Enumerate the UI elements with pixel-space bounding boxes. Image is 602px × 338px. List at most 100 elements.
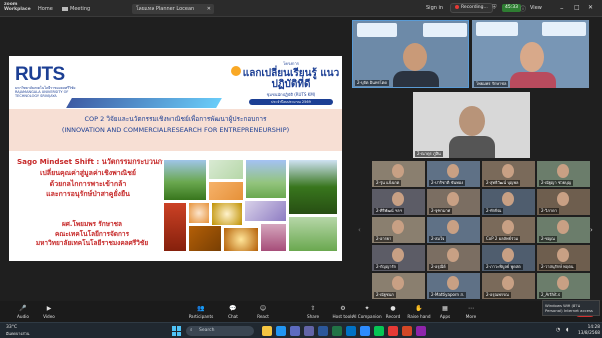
sago-pearl-photo [211,202,243,226]
participant-name: 2-ศิริพัฒน์ ฯลฯ [374,208,404,214]
windows-start-icon[interactable] [172,326,182,336]
meeting-timer-badge[interactable]: 45:33 [502,4,521,12]
participant-name: 2-ปาริชาติ ขันทอง [429,180,466,186]
banner-title: แลกเปลี่ยนเรียนรู้ แนวปฏิบัติที่ดี [242,68,340,90]
dessert-photo [223,227,259,252]
gallery-participant-tile[interactable]: CoP 2 ผลลัพธ์ร่วม [482,217,535,243]
participant-face [557,276,569,290]
participant-name: 2-ชญณ [539,236,557,242]
chrome-icon[interactable] [388,326,398,336]
gallery-prev-arrow-icon[interactable]: ‹ [358,226,361,234]
maximize-icon[interactable]: □ [574,4,580,12]
speaker-tile-1[interactable]: 2-บุจัต อินทรโตด [352,20,469,88]
participants-icon: 👥 [197,305,205,312]
control-share-screen-button[interactable]: ⇧ Share [298,304,328,319]
participant-name: 2-วาสนุรักษ์ พฤตน [539,264,576,270]
gallery-participant-tile[interactable]: 2-อรุณพรรณ [482,273,535,299]
gallery-participant-tile[interactable]: 2-ปาริชาติ ขันทอง [427,161,480,187]
gallery-participant-tile[interactable]: 2-ทักษิณ [482,189,535,215]
gallery-participant-tile[interactable]: 2-รุ่น แจ้งเกต [372,161,425,187]
microphone-icon: 🎤 [19,305,27,312]
gallery-participant-tile[interactable]: 2-จุฑามาศ [427,189,480,215]
control-video-camera-button[interactable]: ▶ Video [34,304,64,319]
store-icon[interactable] [290,326,300,336]
participant-face [520,42,544,72]
participant-name: 2-สมใจ [429,236,447,242]
system-clock[interactable]: 14:28 13/8/2568 [578,325,600,337]
zoom-icon[interactable] [360,326,370,336]
participant-face [502,192,514,206]
participant-name: 2-สุทธิวัฒน์ บุญพล [484,180,521,186]
food-plate-photo [188,202,210,224]
gallery-participant-tile[interactable]: 2-ณัฐญา ช่วยบุญ [537,161,590,187]
gallery-participant-tile[interactable]: 2-Mattiyaporn ส. [427,273,480,299]
backdrop-banner-2 [423,23,467,37]
network-icon[interactable]: ◔ [556,327,560,333]
tab-meeting[interactable]: Meeting [58,4,94,14]
excel-icon[interactable] [332,326,342,336]
word-icon[interactable] [318,326,328,336]
gallery-participant-tile[interactable]: 2-วาสนุรักษ์ พฤตน [537,245,590,271]
lightbulb-icon [231,66,241,76]
shield-icon[interactable]: ⛨ [492,4,500,12]
cop-title-english: (INNOVATION AND COMMERCIALRESEARCH FOR E… [61,126,290,134]
packaged-goods-photo [244,200,287,222]
teams-icon[interactable] [304,326,314,336]
view-button[interactable]: View [530,4,542,12]
participant-name: 2-อรุณพรรณ [484,292,511,298]
control-participants-button[interactable]: 👥 Participants [186,304,216,319]
gallery-next-arrow-icon[interactable]: › [590,226,593,234]
gallery-participant-tile[interactable]: 2-อรุณีย์ [427,245,480,271]
sago-trunk-photo [188,225,222,252]
participant-face [459,106,485,136]
outlook-icon[interactable] [346,326,356,336]
ruts-logo: RUTS [15,64,65,85]
participant-name: 2-วิภาดา [539,208,559,214]
close-icon[interactable]: ✕ [207,4,211,14]
sago-snack-photo [208,181,244,201]
gallery-participant-tile[interactable]: 2-ภาวะพิบูลย์ พูดสต [482,245,535,271]
participant-face [392,276,404,290]
wifi-notification[interactable]: Windows Wifi (ผ่าน Personal) Internet ac… [542,300,600,316]
participant-name: CoP 2 ผลลัพธ์ร่วม [484,236,521,242]
speaker-tile-2[interactable]: โพยมพร รักษาชล [472,20,589,88]
participant-face [557,164,569,178]
participant-name: โพยมพร รักษาชล [474,81,509,87]
gallery-participant-tile[interactable]: 2-ณัฐชนก [372,273,425,299]
powerpoint-icon[interactable] [402,326,412,336]
control-more-button[interactable]: ⋯ More [456,304,486,319]
gallery-participant-tile[interactable]: 2_Arthit.s [537,273,590,299]
gallery-participant-tile[interactable]: 2-ศิริพัฒน์ ฯลฯ [372,189,425,215]
gallery-participant-tile[interactable]: 2-อารยา [372,217,425,243]
edge-browser-icon[interactable] [276,326,286,336]
control-react-button[interactable]: ☺ React [248,304,278,319]
window-close-icon[interactable]: ✕ [588,4,593,12]
info-icon[interactable]: ⓘ [520,4,528,13]
control-chat-button[interactable]: 💬 Chat [218,304,248,319]
gallery-participant-tile[interactable]: 2-สุทธิวัฒน์ บุญพล [482,161,535,187]
sign-in-link[interactable]: Sign in [426,4,443,12]
participant-name: 2-Mattiyaporn ส. [429,292,467,298]
weather-widget[interactable]: 33°C มีแดดบางส่วน [6,325,29,337]
backdrop-banner-2 [542,22,586,36]
file-explorer-icon[interactable] [262,326,272,336]
tab-home[interactable]: Home [34,4,57,14]
line-icon[interactable] [374,326,384,336]
recording-indicator[interactable]: Recording... [450,3,493,13]
gallery-participant-tile[interactable]: 2-สมใจ [427,217,480,243]
gallery-participant-tile[interactable]: 2-กัญญารัก [372,245,425,271]
minimize-icon[interactable]: – [560,4,564,12]
tab-planner[interactable]: โลยแทล Planner Locean ✕ [132,4,214,14]
photos-icon[interactable] [416,326,426,336]
volume-icon[interactable]: ◖ [566,327,569,333]
gallery-participant-tile[interactable]: 2-วิภาดา [537,189,590,215]
participant-face [502,248,514,262]
gallery-participant-tile[interactable]: 2-ชญณ [537,217,590,243]
participant-face [392,192,404,206]
self-view-tile[interactable]: 2-ณาดุร ภู่สิน [413,92,530,158]
participant-face [447,220,459,234]
zoom-workplace-logo: zoom Workplace [4,2,31,12]
zoom-title-bar: zoom Workplace Home Meeting โลยแทล Plann… [0,0,602,17]
participant-body [449,136,495,158]
taskbar-search[interactable]: ⌕ Search [186,326,254,336]
